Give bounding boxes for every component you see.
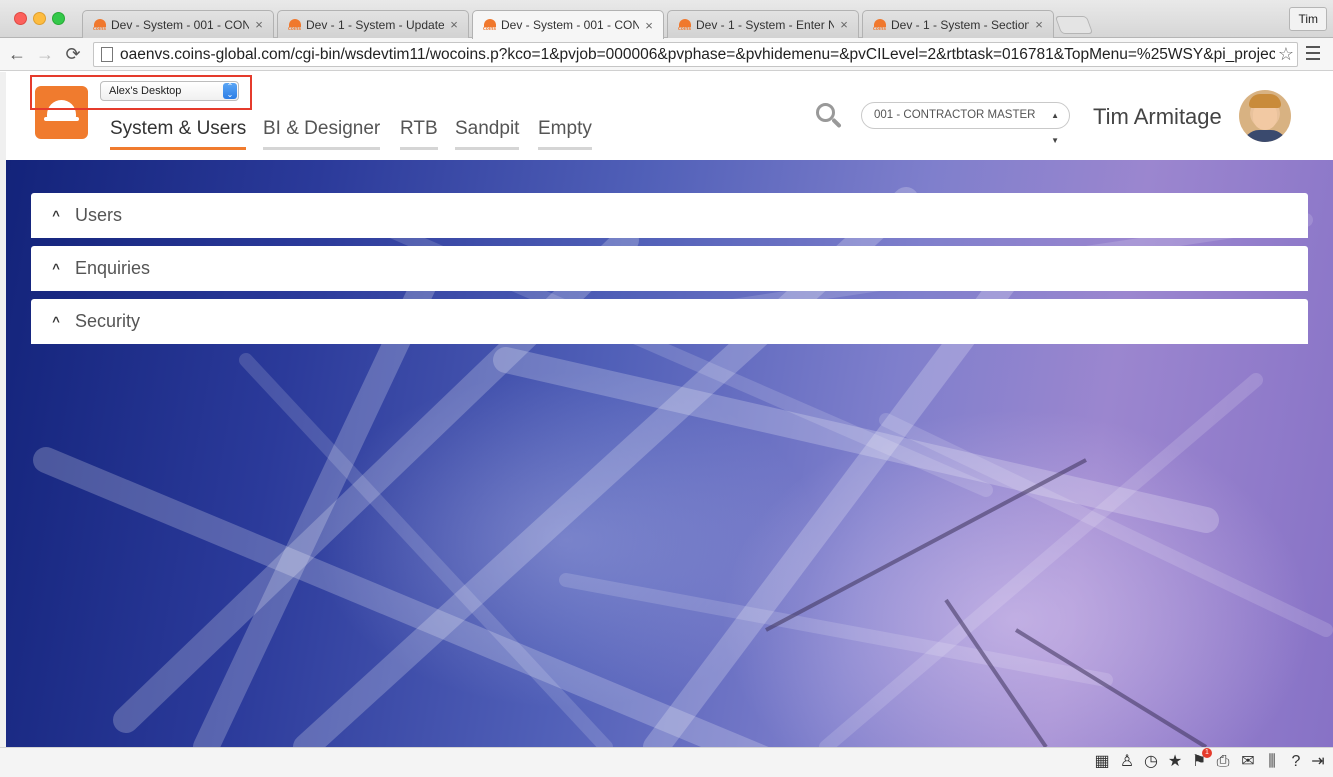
maximize-window-button[interactable] xyxy=(52,12,65,25)
tab-rtb[interactable]: RTB xyxy=(400,118,438,150)
status-bar: ▦ ♙ ◷ ★ ⚑ 1 ⎙ ✉ ⫼ ? ⇥ xyxy=(0,747,1333,777)
coins-favicon-icon: coins xyxy=(483,18,497,32)
tab-bi-designer[interactable]: BI & Designer xyxy=(263,118,381,150)
avatar[interactable] xyxy=(1239,90,1291,142)
new-tab-button[interactable] xyxy=(1054,16,1094,34)
back-arrow-icon[interactable]: ← xyxy=(6,43,28,65)
url-text[interactable]: oaenvs.coins-global.com/cgi-bin/wsdevtim… xyxy=(120,46,1275,64)
close-icon[interactable]: × xyxy=(1033,17,1045,32)
coins-favicon-icon: coins xyxy=(93,18,107,32)
tab-title: Dev - 1 - System - Update xyxy=(306,17,444,32)
chevron-up-icon[interactable]: ^ xyxy=(45,261,67,276)
minimize-window-button[interactable] xyxy=(33,12,46,25)
desktop-select-value: Alex's Desktop xyxy=(109,85,182,97)
page-icon xyxy=(101,47,113,62)
chevron-up-icon[interactable]: ^ xyxy=(45,314,67,329)
tab-sandpit[interactable]: Sandpit xyxy=(455,118,520,150)
app-header: Alex's Desktop ⌃ ⌄ System & Users BI & De… xyxy=(6,72,1333,160)
close-icon[interactable]: × xyxy=(643,18,655,33)
chevron-up-icon[interactable]: ^ xyxy=(45,208,67,223)
notification-badge: 1 xyxy=(1202,748,1212,758)
browser-menu-icon[interactable] xyxy=(1306,46,1324,64)
desktop-select[interactable]: Alex's Desktop ⌃ ⌄ xyxy=(100,81,239,101)
history-icon[interactable]: ◷ xyxy=(1141,752,1161,772)
browser-tab[interactable]: coins Dev - 1 - System - Section × xyxy=(862,10,1054,38)
address-bar[interactable]: oaenvs.coins-global.com/cgi-bin/wsdevtim… xyxy=(93,42,1298,67)
panel-label: Users xyxy=(75,205,123,225)
browser-tab[interactable]: coins Dev - 1 - System - Enter N × xyxy=(667,10,859,38)
browser-tab[interactable]: coins Dev - 1 - System - Update × xyxy=(277,10,469,38)
tab-empty[interactable]: Empty xyxy=(538,118,592,150)
panel-enquiries[interactable]: ^ Enquiries xyxy=(31,246,1308,291)
user-name[interactable]: Tim Armitage xyxy=(1093,104,1222,130)
browser-tab-active[interactable]: coins Dev - System - 001 - CON × xyxy=(472,10,664,39)
help-icon[interactable]: ? xyxy=(1286,752,1306,772)
panel-label: Security xyxy=(75,311,141,331)
company-select[interactable]: 001 - CONTRACTOR MASTER ▲ ▼ xyxy=(861,102,1070,145)
coins-favicon-icon: coins xyxy=(873,18,887,32)
panel-security[interactable]: ^ Security xyxy=(31,299,1308,344)
tab-title: Dev - System - 001 - CON xyxy=(501,18,639,32)
close-window-button[interactable] xyxy=(14,12,27,25)
search-icon[interactable] xyxy=(816,103,842,129)
grid-icon[interactable]: ▦ xyxy=(1092,752,1112,772)
forward-arrow-icon[interactable]: → xyxy=(34,43,56,65)
tab-title: Dev - 1 - System - Section xyxy=(891,17,1029,32)
browser-tab-strip: coins Dev - System - 001 - CON × coins D… xyxy=(0,0,1333,39)
bookmark-star-icon[interactable]: ☆ xyxy=(1275,44,1297,65)
logout-icon[interactable]: ⇥ xyxy=(1308,752,1328,772)
company-select-value: 001 - CONTRACTOR MASTER xyxy=(874,109,1036,121)
coins-favicon-icon: coins xyxy=(678,18,692,32)
reload-icon[interactable]: ⟳ xyxy=(62,43,84,65)
close-icon[interactable]: × xyxy=(253,17,265,32)
tab-title: Dev - 1 - System - Enter N xyxy=(696,17,834,32)
person-icon[interactable]: ♙ xyxy=(1117,752,1137,772)
desktop-content-area: ^ Users ^ Enquiries ^ Security xyxy=(6,160,1333,747)
browser-tab[interactable]: coins Dev - System - 001 - CON × xyxy=(82,10,274,38)
coins-favicon-icon: coins xyxy=(288,18,302,32)
library-icon[interactable]: ⫼ xyxy=(1262,752,1282,772)
browser-toolbar: ← → ⟳ oaenvs.coins-global.com/cgi-bin/ws… xyxy=(0,38,1333,71)
tab-title: Dev - System - 001 - CON xyxy=(111,17,249,32)
profile-button[interactable]: Tim xyxy=(1289,7,1327,31)
panel-users[interactable]: ^ Users xyxy=(31,193,1308,238)
close-icon[interactable]: × xyxy=(448,17,460,32)
select-arrows-icon: ▲ ▼ xyxy=(1051,111,1059,145)
close-icon[interactable]: × xyxy=(838,17,850,32)
mail-icon[interactable]: ✉ xyxy=(1238,752,1258,772)
printer-icon[interactable]: ⎙ xyxy=(1213,752,1233,772)
panel-label: Enquiries xyxy=(75,258,151,278)
tab-system-users[interactable]: System & Users xyxy=(110,118,247,150)
star-icon[interactable]: ★ xyxy=(1165,752,1185,772)
select-stepper-icon: ⌃ ⌄ xyxy=(223,83,237,99)
